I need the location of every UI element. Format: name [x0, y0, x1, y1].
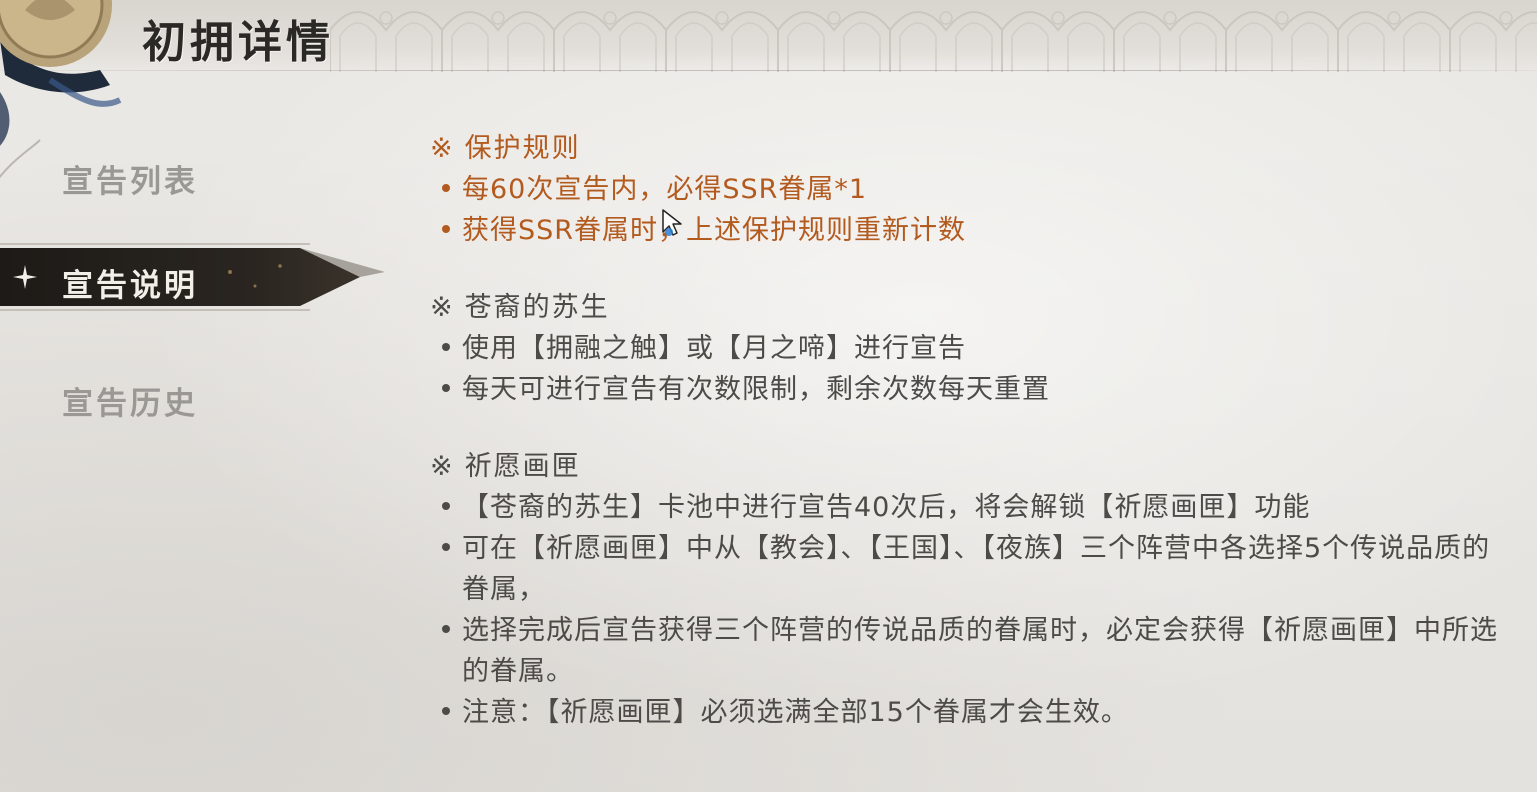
- rule-bullet: 每60次宣告内，必得SSR眷属*1: [430, 169, 1500, 210]
- sidebar-item-label: 宣告说明: [62, 268, 198, 304]
- page-title: 初拥详情: [142, 17, 334, 68]
- rule-bullet: 选择完成后宣告获得三个阵营的传说品质的眷属时，必定会获得【祈愿画匣】中所选的眷属…: [430, 610, 1500, 692]
- sidebar-item-announcement-info[interactable]: 宣告说明: [0, 242, 390, 312]
- sidebar-item-label: 宣告列表: [62, 164, 198, 200]
- rule-bullet: 每天可进行宣告有次数限制，剩余次数每天重置: [430, 369, 1500, 410]
- section-title: ※ 祈愿画匣: [430, 451, 581, 482]
- section-wish-box: ※ 祈愿画匣 【苍裔的苏生】卡池中进行宣告40次后，将会解锁【祈愿画匣】功能 可在…: [430, 446, 1500, 733]
- rule-bullet: 获得SSR眷属时，上述保护规则重新计数: [430, 210, 1500, 251]
- section-revival: ※ 苍裔的苏生 使用【拥融之触】或【月之啼】进行宣告 每天可进行宣告有次数限制，剩…: [430, 287, 1500, 410]
- sidebar-item-announcement-list[interactable]: 宣告列表: [0, 138, 390, 208]
- rule-bullet: 可在【祈愿画匣】中从【教会】、【王国】、【夜族】三个阵营中各选择5个传说品质的眷…: [430, 528, 1500, 610]
- rule-bullet: 注意：【祈愿画匣】必须选满全部15个眷属才会生效。: [430, 692, 1500, 733]
- sparkle-icon: [13, 265, 37, 289]
- section-title: ※ 保护规则: [430, 133, 581, 164]
- wax-seal-icon: [0, 0, 112, 67]
- section-title: ※ 苍裔的苏生: [430, 292, 610, 323]
- rule-bullet: 使用【拥融之触】或【月之啼】进行宣告: [430, 328, 1500, 369]
- rules-content: ※ 保护规则 每60次宣告内，必得SSR眷属*1 获得SSR眷属时，上述保护规则重…: [430, 128, 1500, 769]
- sidebar-item-announcement-history[interactable]: 宣告历史: [0, 360, 390, 430]
- rule-bullet: 【苍裔的苏生】卡池中进行宣告40次后，将会解锁【祈愿画匣】功能: [430, 487, 1500, 528]
- sidebar-item-label: 宣告历史: [62, 386, 198, 422]
- section-protection-rules: ※ 保护规则 每60次宣告内，必得SSR眷属*1 获得SSR眷属时，上述保护规则重…: [430, 128, 1500, 251]
- gothic-pattern-decoration: [330, 0, 1537, 72]
- sidebar-nav: 宣告列表 宣告说明 宣告历史: [0, 130, 400, 450]
- mouse-cursor-icon: [662, 209, 682, 236]
- header-divider: [0, 70, 1537, 71]
